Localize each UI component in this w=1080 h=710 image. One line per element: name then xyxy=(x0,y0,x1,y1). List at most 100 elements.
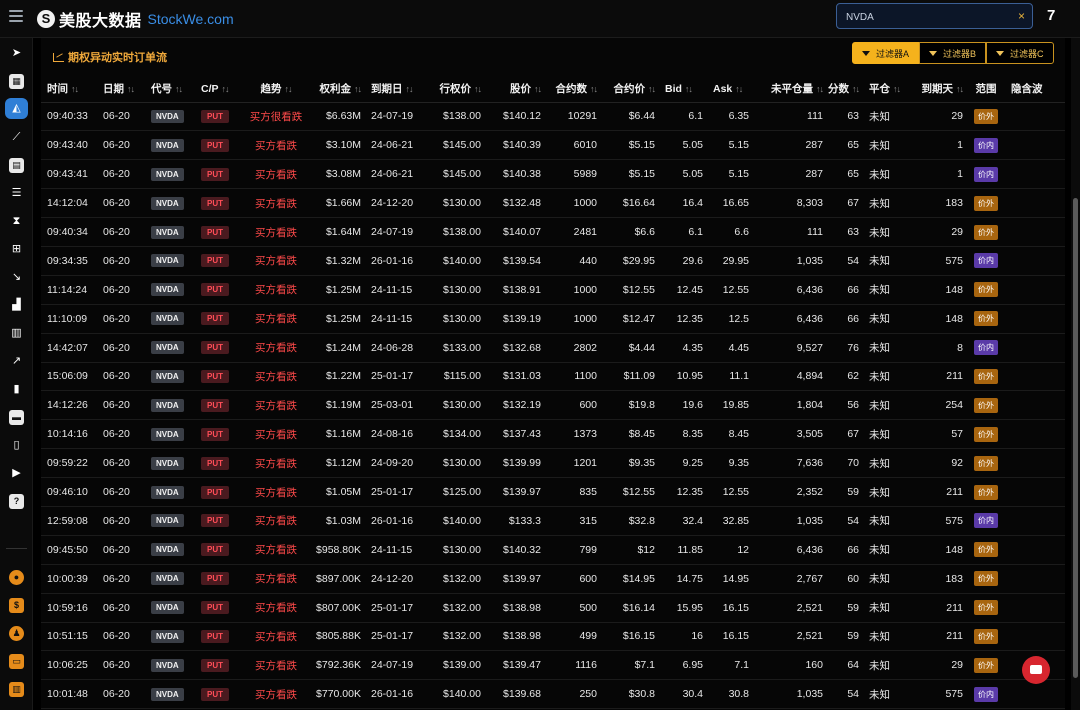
line-chart-icon[interactable]: ⟋ xyxy=(9,130,24,145)
table-cell: NVDA xyxy=(145,333,195,363)
table-row[interactable]: 14:12:04 06-20 NVDA PUT 买方看跌 $1.66M 24-12-20 $1… xyxy=(41,188,1065,219)
column-header[interactable]: 合约价 ↑↓ xyxy=(601,76,659,103)
calendar-icon[interactable]: ▤ xyxy=(9,158,24,173)
column-header[interactable]: 趋势 ↑↓ xyxy=(243,76,309,103)
scrollbar-thumb[interactable] xyxy=(1073,198,1078,678)
column-header[interactable]: 合约数 ↑↓ xyxy=(545,76,601,103)
column-header[interactable]: 到期日 ↑↓ xyxy=(365,76,425,103)
cell-value: 未知 xyxy=(869,313,890,326)
top-count-badge[interactable]: 7 xyxy=(1047,7,1055,24)
wallet-icon[interactable]: ▭ xyxy=(9,654,24,669)
trend-label: 买方看跌 xyxy=(255,573,297,586)
filter-a-button[interactable]: 过滤器A xyxy=(852,42,920,64)
globe-icon[interactable]: ● xyxy=(9,570,24,585)
chart-area-icon[interactable]: ◭ xyxy=(5,98,28,119)
column-header[interactable]: 隐含波 xyxy=(1005,76,1065,103)
column-header[interactable]: 行权价 ↑↓ xyxy=(425,76,485,103)
table-row[interactable]: 14:12:26 06-20 NVDA PUT 买方看跌 $1.19M 25-03-01 $1… xyxy=(41,390,1065,421)
document-icon[interactable]: $ xyxy=(9,598,24,613)
table-row[interactable]: 11:14:24 06-20 NVDA PUT 买方看跌 $1.25M 24-11-15 $1… xyxy=(41,275,1065,305)
bar-stats-icon[interactable]: ▮ xyxy=(9,382,24,397)
logo-mark-icon: S xyxy=(37,10,55,28)
column-header[interactable]: 到期天 ↑↓ xyxy=(911,76,967,103)
app-logo[interactable]: S 美股大数据 StockWe.com xyxy=(37,9,234,30)
calculator-icon[interactable]: ▦ xyxy=(9,74,24,89)
hamburger-menu-icon[interactable] xyxy=(9,10,23,22)
sitemap-icon[interactable]: ⊞ xyxy=(9,242,24,257)
table-row[interactable]: 09:40:33 06-20 NVDA PUT 买方很看跌 $6.63M 24-07-19 $… xyxy=(41,102,1065,132)
table-row[interactable]: 09:46:10 06-20 NVDA PUT 买方看跌 $1.05M 25-01-17 $1… xyxy=(41,477,1065,507)
column-header-label: 日期 xyxy=(103,83,124,96)
filter-c-button[interactable]: 过滤器C xyxy=(986,42,1054,64)
column-header[interactable]: 时间 ↑↓ xyxy=(41,76,97,103)
filter-b-button[interactable]: 过滤器B xyxy=(919,42,987,64)
youtube-icon[interactable]: ▶ xyxy=(9,466,24,481)
sort-arrows-icon[interactable]: ↑↓ xyxy=(893,84,901,94)
table-cell: 15.95 xyxy=(659,593,707,623)
table-row[interactable]: 15:06:09 06-20 NVDA PUT 买方看跌 $1.22M 25-01-17 $1… xyxy=(41,362,1065,392)
sort-arrows-icon[interactable]: ↑↓ xyxy=(285,84,293,94)
sort-arrows-icon[interactable]: ↑↓ xyxy=(474,84,482,94)
sort-arrows-icon[interactable]: ↑↓ xyxy=(685,84,693,94)
column-header[interactable]: 代号 ↑↓ xyxy=(145,76,195,103)
help-icon[interactable]: ? xyxy=(9,494,24,509)
column-header[interactable]: 未平仓量 ↑↓ xyxy=(753,76,827,103)
bar-chart-icon[interactable]: ▥ xyxy=(9,326,24,341)
table-row[interactable]: 10:14:16 06-20 NVDA PUT 买方看跌 $1.16M 24-08-16 $1… xyxy=(41,419,1065,450)
table-row[interactable]: 10:01:48 06-20 NVDA PUT 买方看跌 $770.00K 26-01-16… xyxy=(41,679,1065,710)
sort-arrows-icon[interactable]: ↑↓ xyxy=(956,84,964,94)
sort-arrows-icon[interactable]: ↑↓ xyxy=(534,84,542,94)
sort-arrows-icon[interactable]: ↑↓ xyxy=(354,84,362,94)
table-row[interactable]: 14:42:07 06-20 NVDA PUT 买方看跌 $1.24M 24-06-28 $1… xyxy=(41,333,1065,363)
cell-value: $1.03M xyxy=(325,514,361,527)
library-icon[interactable]: ▥ xyxy=(9,682,24,697)
sort-arrows-icon[interactable]: ↑↓ xyxy=(175,84,183,94)
sort-arrows-icon[interactable]: ↑↓ xyxy=(222,84,230,94)
column-header[interactable]: C/P ↑↓ xyxy=(195,76,243,103)
table-row[interactable]: 10:06:25 06-20 NVDA PUT 买方看跌 $792.36K 24-07-19… xyxy=(41,650,1065,681)
sort-arrows-icon[interactable]: ↑↓ xyxy=(816,84,824,94)
table-cell: $1.19M xyxy=(309,390,365,421)
rocket-icon[interactable]: ➤ xyxy=(9,46,24,61)
column-header[interactable]: 分数 ↑↓ xyxy=(827,76,863,103)
column-header[interactable]: Bid ↑↓ xyxy=(659,76,707,103)
sort-arrows-icon[interactable]: ↑↓ xyxy=(852,84,860,94)
column-header[interactable]: 日期 ↑↓ xyxy=(97,76,145,103)
table-row[interactable]: 10:00:39 06-20 NVDA PUT 买方看跌 $897.00K 24-12-20… xyxy=(41,564,1065,594)
sort-arrows-icon[interactable]: ↑↓ xyxy=(71,84,79,94)
column-header[interactable]: 平仓 ↑↓ xyxy=(863,76,911,103)
column-header[interactable]: Ask ↑↓ xyxy=(707,76,753,103)
sort-arrows-icon[interactable]: ↑↓ xyxy=(590,84,598,94)
ticker-search[interactable]: × xyxy=(836,3,1033,29)
book-icon[interactable]: ▯ xyxy=(9,438,24,453)
ticker-search-input[interactable] xyxy=(846,9,1006,25)
sort-arrows-icon[interactable]: ↑↓ xyxy=(735,84,743,94)
table-row[interactable]: 10:51:15 06-20 NVDA PUT 买方看跌 $805.88K 25-01-17… xyxy=(41,622,1065,652)
table-row[interactable]: 09:43:41 06-20 NVDA PUT 买方看跌 $3.08M 24-06-21 $1… xyxy=(41,159,1065,190)
column-header[interactable]: 股价 ↑↓ xyxy=(485,76,545,103)
chat-bubble-icon[interactable] xyxy=(1022,656,1050,684)
trend-down-icon[interactable]: ↘ xyxy=(9,270,24,285)
list-icon[interactable]: ☰ xyxy=(9,186,24,201)
sort-arrows-icon[interactable]: ↑↓ xyxy=(127,84,135,94)
column-header[interactable]: 范围 xyxy=(967,76,1005,103)
table-row[interactable]: 09:45:50 06-20 NVDA PUT 买方看跌 $958.80K 24-11-15… xyxy=(41,535,1065,565)
table-row[interactable]: 09:59:22 06-20 NVDA PUT 买方看跌 $1.12M 24-09-20 $1… xyxy=(41,448,1065,479)
sort-arrows-icon[interactable]: ↑↓ xyxy=(406,84,414,94)
cell-value: $5.15 xyxy=(628,168,655,181)
table-row[interactable]: 09:40:34 06-20 NVDA PUT 买方看跌 $1.64M 24-07-19 $1… xyxy=(41,217,1065,247)
card-icon[interactable]: ▬ xyxy=(9,410,24,425)
users-icon[interactable]: ♟ xyxy=(9,626,24,641)
table-row[interactable]: 10:59:16 06-20 NVDA PUT 买方看跌 $807.00K 25-01-17… xyxy=(41,593,1065,623)
table-row[interactable]: 11:10:09 06-20 NVDA PUT 买方看跌 $1.25M 24-11-15 $1… xyxy=(41,304,1065,334)
sort-arrows-icon[interactable]: ↑↓ xyxy=(648,84,656,94)
industry-icon[interactable]: ▟ xyxy=(9,298,24,313)
hourglass-icon[interactable]: ⧗ xyxy=(9,214,24,229)
table-row[interactable]: 12:59:08 06-20 NVDA PUT 买方看跌 $1.03M 26-01-16 $1… xyxy=(41,506,1065,536)
table-row[interactable]: 09:34:35 06-20 NVDA PUT 买方看跌 $1.32M 26-01-16 $1… xyxy=(41,246,1065,276)
line-up-icon[interactable]: ↗ xyxy=(9,354,24,369)
table-row[interactable]: 09:43:40 06-20 NVDA PUT 买方看跌 $3.10M 24-06-21 $1… xyxy=(41,130,1065,161)
page-scrollbar[interactable] xyxy=(1071,38,1080,710)
column-header[interactable]: 权利金 ↑↓ xyxy=(309,76,365,103)
clear-search-icon[interactable]: × xyxy=(1018,9,1025,23)
